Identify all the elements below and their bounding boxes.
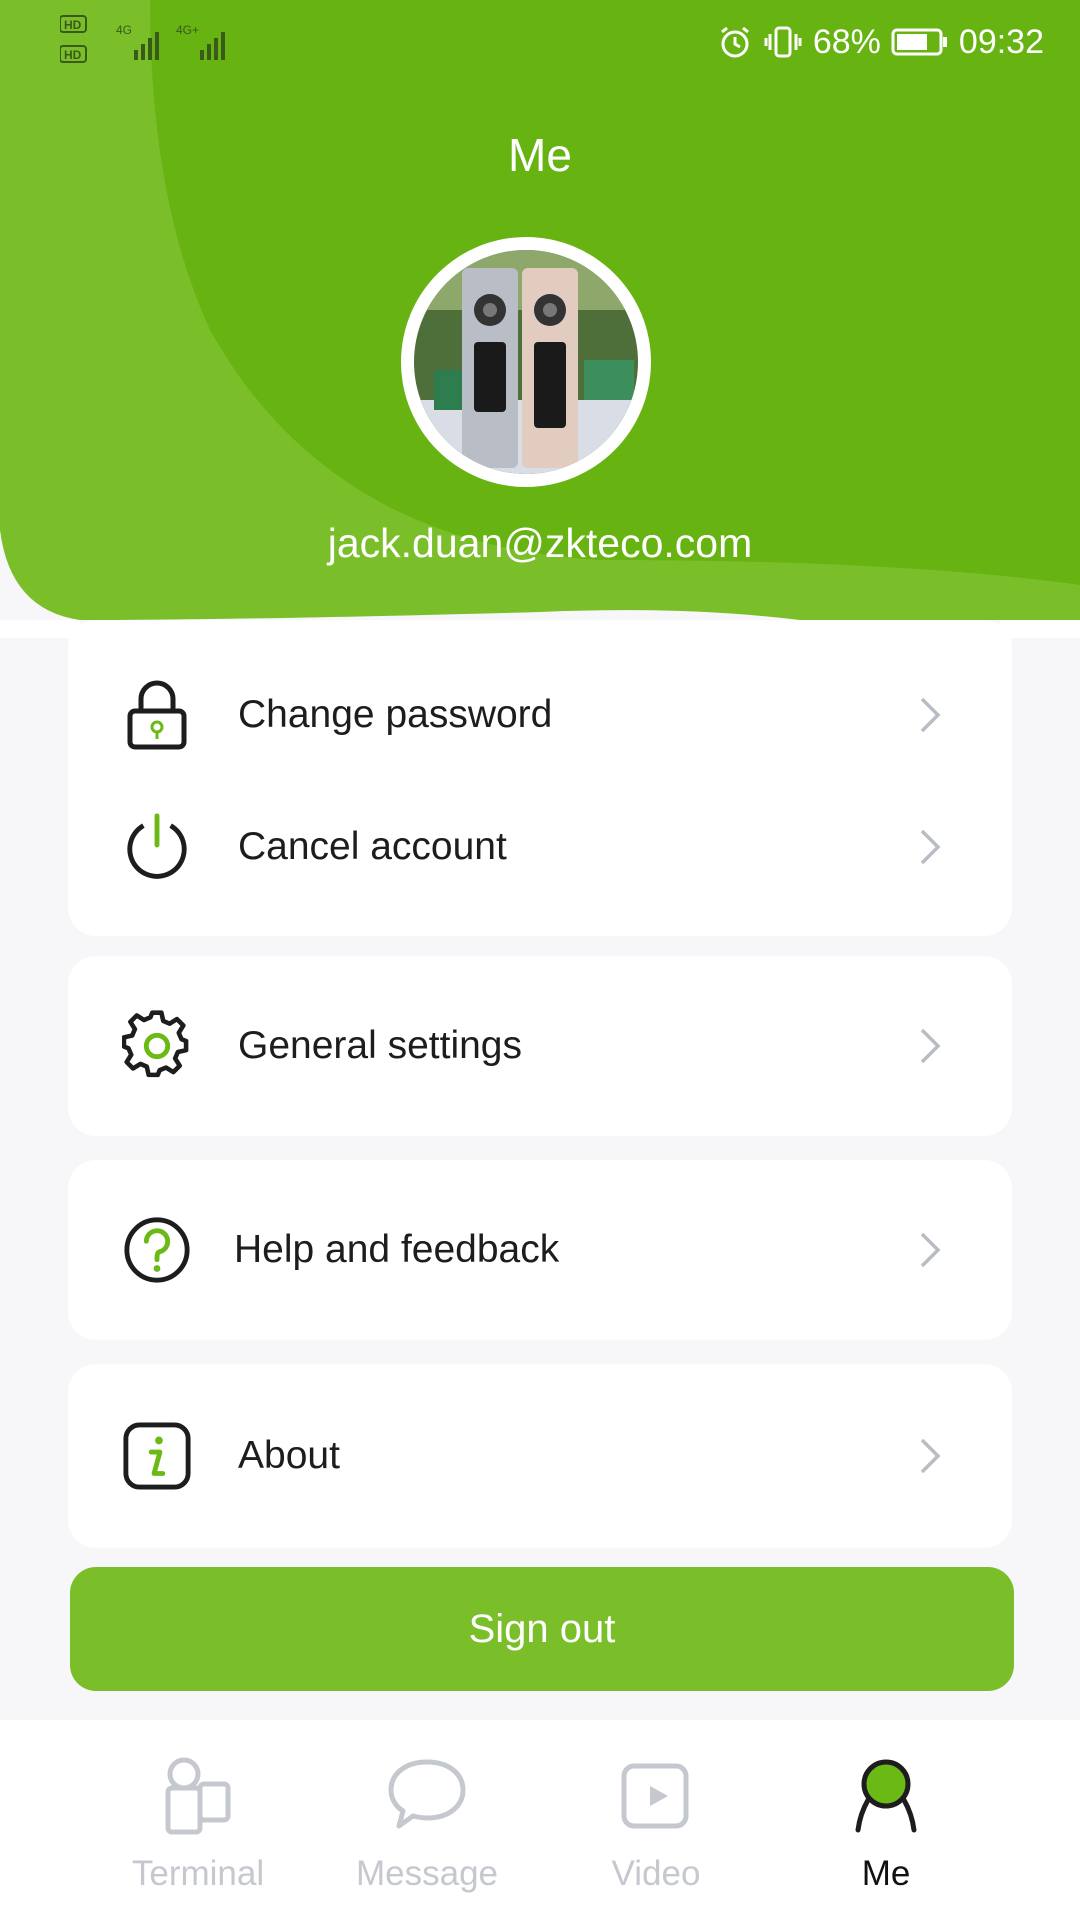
help-feedback-label: Help and feedback bbox=[234, 1228, 560, 1271]
video-icon bbox=[621, 1763, 689, 1829]
tab-terminal[interactable]: Terminal bbox=[78, 1720, 318, 1920]
info-icon bbox=[122, 1418, 192, 1494]
general-settings-row[interactable]: General settings bbox=[68, 991, 1012, 1101]
about-row[interactable]: About bbox=[68, 1401, 1012, 1511]
svg-text:HD: HD bbox=[64, 48, 82, 62]
message-icon bbox=[388, 1759, 466, 1829]
tab-terminal-label: Terminal bbox=[131, 1854, 265, 1893]
me-screen: HD HD 4G 4G+ 68% 09:32 Me jack.duan@zkte… bbox=[0, 0, 1080, 1920]
change-password-row[interactable]: Change password bbox=[68, 660, 1012, 770]
chevron-right-icon bbox=[920, 829, 941, 865]
tab-message-label: Message bbox=[355, 1854, 499, 1893]
about-card: About bbox=[68, 1364, 1012, 1548]
power-icon bbox=[122, 809, 192, 885]
settings-card: General settings bbox=[68, 956, 1012, 1136]
general-settings-label: General settings bbox=[238, 1024, 522, 1067]
tab-me[interactable]: Me bbox=[766, 1720, 1006, 1920]
tab-me-label: Me bbox=[861, 1854, 911, 1893]
status-right: 68% 09:32 bbox=[717, 18, 1044, 66]
page-title: Me bbox=[508, 129, 572, 181]
tab-video[interactable]: Video bbox=[536, 1720, 776, 1920]
svg-text:HD: HD bbox=[64, 18, 82, 32]
about-label: About bbox=[238, 1434, 340, 1477]
avatar[interactable] bbox=[401, 237, 651, 487]
network-signal-icon: HD HD 4G 4G+ bbox=[60, 15, 225, 63]
alarm-icon bbox=[720, 26, 749, 58]
gear-icon bbox=[122, 1008, 192, 1084]
tab-video-label: Video bbox=[611, 1854, 701, 1893]
clock: 09:32 bbox=[958, 22, 1044, 61]
chevron-right-icon bbox=[920, 697, 941, 733]
avatar-image bbox=[414, 250, 638, 474]
chevron-right-icon bbox=[920, 1232, 941, 1268]
battery-percent: 68% bbox=[812, 22, 881, 61]
help-icon bbox=[122, 1212, 192, 1288]
chevron-right-icon bbox=[920, 1438, 941, 1474]
me-icon bbox=[855, 1759, 917, 1833]
tab-message[interactable]: Message bbox=[307, 1720, 547, 1920]
user-email: jack.duan@zkteco.com bbox=[327, 520, 753, 566]
help-feedback-row[interactable]: Help and feedback bbox=[68, 1195, 1012, 1305]
svg-text:4G: 4G bbox=[116, 23, 132, 37]
lock-icon bbox=[122, 677, 192, 753]
help-card: Help and feedback bbox=[68, 1160, 1012, 1340]
account-card: Change password Cancel account bbox=[68, 620, 1012, 936]
change-password-label: Change password bbox=[238, 693, 553, 736]
sign-out-button[interactable]: Sign out bbox=[70, 1567, 1014, 1691]
bottom-tab-bar: Terminal Message Video Me bbox=[0, 1720, 1080, 1920]
cancel-account-row[interactable]: Cancel account bbox=[68, 792, 1012, 902]
cancel-account-label: Cancel account bbox=[238, 825, 507, 868]
battery-icon bbox=[891, 28, 947, 56]
status-bar: HD HD 4G 4G+ 68% 09:32 bbox=[0, 0, 1080, 84]
chevron-right-icon bbox=[920, 1028, 941, 1064]
terminal-icon bbox=[165, 1757, 231, 1835]
svg-text:4G+: 4G+ bbox=[176, 23, 199, 37]
vibrate-icon bbox=[764, 26, 802, 58]
